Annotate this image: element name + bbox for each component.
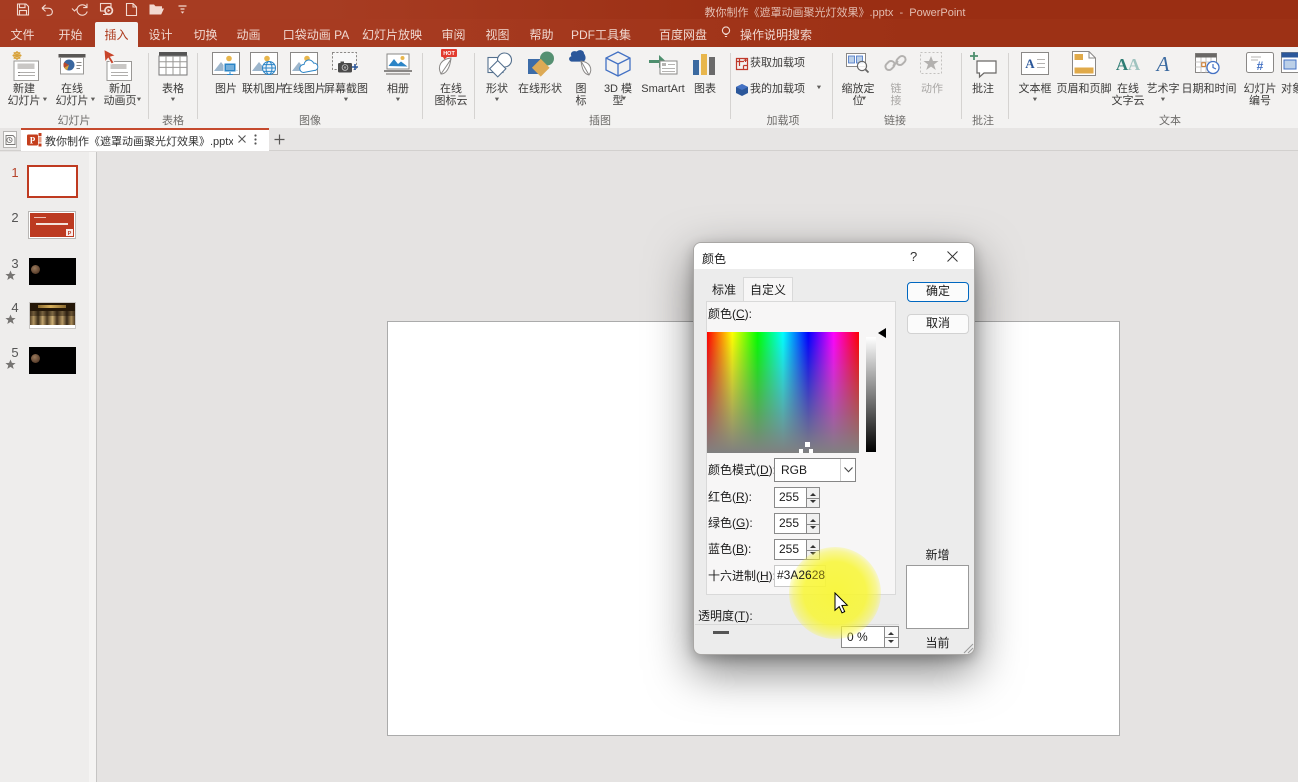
svg-text:A: A — [1128, 55, 1141, 74]
svg-text:#: # — [1257, 59, 1264, 73]
svg-text:P: P — [30, 136, 36, 146]
svg-text:P: P — [68, 231, 72, 236]
svg-text:A: A — [1155, 52, 1170, 76]
svg-text:HOT: HOT — [443, 51, 455, 57]
svg-text:A: A — [1025, 56, 1035, 71]
